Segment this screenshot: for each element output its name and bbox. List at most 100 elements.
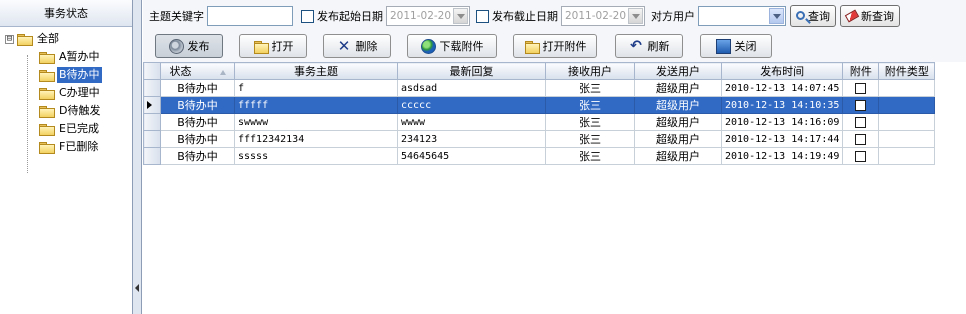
column-header-label: 状态 <box>169 65 192 78</box>
keyword-label: 主题关键字 <box>149 10 204 23</box>
cell-sender: 超级用户 <box>634 147 722 165</box>
open-attachment-button[interactable]: 打开附件 <box>513 34 597 58</box>
status-panel: 事务状态 ⊟ 全部 A暂办中 B待办中 C办理中 D待触发 E已完成 F已删除 <box>0 0 133 314</box>
row-indicator[interactable] <box>143 113 161 131</box>
tree-item-label: C办理中 <box>59 86 100 99</box>
table-row[interactable]: B待办中 fff12342134 234123 张三 超级用户 2010-12-… <box>143 130 936 148</box>
cell-attachment-type <box>878 96 936 114</box>
tree-item-c[interactable]: C办理中 <box>0 84 132 102</box>
cell-status: B待办中 <box>160 113 235 131</box>
cell-attachment-type <box>878 130 936 148</box>
panel-splitter[interactable] <box>133 0 142 314</box>
column-header-attachment-type[interactable]: 附件类型 <box>878 62 936 80</box>
cell-reply: 54645645 <box>397 147 546 165</box>
row-indicator-header <box>143 62 161 80</box>
chevron-down-icon[interactable] <box>769 8 784 24</box>
keyword-input[interactable] <box>207 6 293 26</box>
end-date-label: 发布截止日期 <box>492 10 558 23</box>
start-date-picker[interactable]: 2011-02-20 <box>386 6 470 26</box>
cell-subject: f <box>234 79 398 97</box>
table-row[interactable]: B待办中 swwww wwww 张三 超级用户 2010-12-13 14:16… <box>143 113 936 131</box>
attachment-checkbox[interactable] <box>855 100 867 111</box>
attachment-checkbox[interactable] <box>855 83 867 94</box>
exit-icon <box>715 38 731 54</box>
main-area: 主题关键字 发布起始日期 2011-02-20 发布截止日期 2011-02-2… <box>143 0 966 314</box>
folder-icon <box>39 106 55 118</box>
tree-item-f[interactable]: F已删除 <box>0 138 132 156</box>
folder-icon <box>17 34 33 46</box>
new-query-button[interactable]: 新查询 <box>840 5 900 27</box>
tree-item-d[interactable]: D待触发 <box>0 102 132 120</box>
table-row[interactable]: B待办中 sssss 54645645 张三 超级用户 2010-12-13 1… <box>143 147 936 165</box>
attachment-checkbox[interactable] <box>855 117 867 128</box>
tree-item-a[interactable]: A暂办中 <box>0 48 132 66</box>
tree-item-label: 全部 <box>37 32 59 45</box>
sort-icon <box>219 69 226 75</box>
cell-reply: wwww <box>397 113 546 131</box>
download-attachment-button[interactable]: 下载附件 <box>407 34 497 58</box>
row-indicator[interactable] <box>143 79 161 97</box>
column-header-reply[interactable]: 最新回复 <box>397 62 546 80</box>
cell-receiver: 张三 <box>545 96 635 114</box>
cell-subject: fff12342134 <box>234 130 398 148</box>
cell-attachment <box>842 113 880 131</box>
folder-icon <box>39 70 55 82</box>
attachment-checkbox[interactable] <box>855 134 867 145</box>
publish-button[interactable]: 发布 <box>155 34 223 58</box>
cell-attachment-type <box>878 113 936 131</box>
chevron-down-icon[interactable] <box>628 8 643 24</box>
table-row[interactable]: B待办中 f asdsad 张三 超级用户 2010-12-13 14:07:4… <box>143 79 936 97</box>
action-toolbar: 发布 打开 ✕ 删除 下载附件 打开附件 ↶ 刷新 关闭 <box>143 32 966 62</box>
query-button-label: 查询 <box>808 10 830 23</box>
query-button[interactable]: 查询 <box>790 5 836 27</box>
cell-receiver: 张三 <box>545 113 635 131</box>
open-button-label: 打开 <box>271 40 294 53</box>
cell-status: B待办中 <box>160 96 235 114</box>
task-grid: 状态 事务主题 最新回复 接收用户 发送用户 发布时间 附件 附件类型 B待办中… <box>143 62 966 314</box>
user-select[interactable] <box>698 6 786 26</box>
cell-sender: 超级用户 <box>634 113 722 131</box>
cell-subject: sssss <box>234 147 398 165</box>
delete-button-label: 删除 <box>355 40 378 53</box>
row-indicator[interactable] <box>143 130 161 148</box>
folder-icon <box>39 142 55 154</box>
cell-attachment <box>842 96 880 114</box>
end-date-picker[interactable]: 2011-02-20 <box>561 6 645 26</box>
tree-item-label: E已完成 <box>59 122 99 135</box>
user-label: 对方用户 <box>651 10 695 23</box>
tree-item-all[interactable]: ⊟ 全部 <box>0 30 132 48</box>
task-table: 状态 事务主题 最新回复 接收用户 发送用户 发布时间 附件 附件类型 B待办中… <box>143 62 936 165</box>
start-date-label: 发布起始日期 <box>317 10 383 23</box>
tree-item-b[interactable]: B待办中 <box>0 66 132 84</box>
chevron-down-icon[interactable] <box>453 8 468 24</box>
cell-receiver: 张三 <box>545 130 635 148</box>
start-date-checkbox[interactable] <box>301 9 314 23</box>
row-indicator[interactable] <box>143 96 161 114</box>
refresh-button[interactable]: ↶ 刷新 <box>615 34 683 58</box>
column-header-time[interactable]: 发布时间 <box>720 62 844 80</box>
tree-item-e[interactable]: E已完成 <box>0 120 132 138</box>
cell-reply: asdsad <box>397 79 546 97</box>
cell-receiver: 张三 <box>545 79 635 97</box>
x-icon: ✕ <box>337 36 351 55</box>
column-header-attachment[interactable]: 附件 <box>842 62 880 80</box>
end-date-checkbox[interactable] <box>476 9 489 23</box>
open-button[interactable]: 打开 <box>239 34 307 58</box>
refresh-icon: ↶ <box>630 37 642 54</box>
column-header-status[interactable]: 状态 <box>160 62 235 80</box>
cell-reply: ccccc <box>397 96 546 114</box>
delete-button[interactable]: ✕ 删除 <box>323 34 391 58</box>
row-indicator[interactable] <box>143 147 161 165</box>
collapse-left-icon[interactable] <box>135 284 139 292</box>
cell-sender: 超级用户 <box>634 130 722 148</box>
attachment-checkbox[interactable] <box>855 151 867 162</box>
tree-item-label: F已删除 <box>59 140 99 153</box>
column-header-subject[interactable]: 事务主题 <box>234 62 398 80</box>
folder-icon <box>524 39 540 54</box>
close-button[interactable]: 关闭 <box>700 34 772 58</box>
table-row[interactable]: B待办中 fffff ccccc 张三 超级用户 2010-12-13 14:1… <box>143 96 936 114</box>
column-header-receiver[interactable]: 接收用户 <box>545 62 635 80</box>
cell-time: 2010-12-13 14:17:44 <box>720 130 844 148</box>
column-header-sender[interactable]: 发送用户 <box>634 62 722 80</box>
collapse-icon[interactable]: ⊟ <box>5 34 14 44</box>
